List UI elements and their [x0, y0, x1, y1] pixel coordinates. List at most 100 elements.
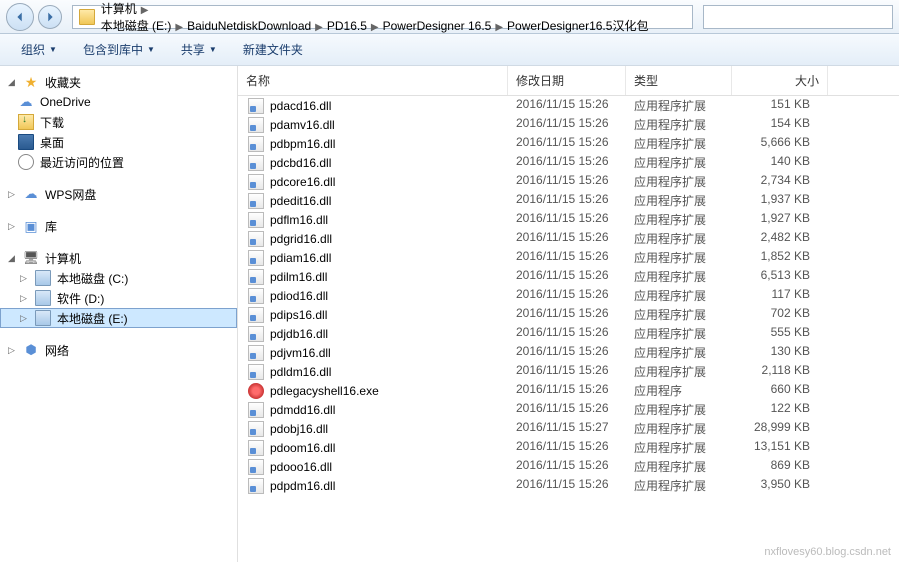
file-row[interactable]: pdldm16.dll2016/11/15 15:26应用程序扩展2,118 K… [238, 362, 899, 381]
search-box[interactable] [703, 5, 893, 29]
file-row[interactable]: pdiod16.dll2016/11/15 15:26应用程序扩展117 KB [238, 286, 899, 305]
file-row[interactable]: pdips16.dll2016/11/15 15:26应用程序扩展702 KB [238, 305, 899, 324]
expand-icon[interactable]: ▷ [18, 313, 29, 324]
file-date: 2016/11/15 15:26 [508, 97, 626, 114]
breadcrumb-item[interactable]: PD16.5 [325, 19, 369, 33]
share-button[interactable]: 共享▼ [170, 36, 228, 63]
file-date: 2016/11/15 15:26 [508, 439, 626, 456]
file-size: 1,937 KB [732, 192, 828, 209]
chevron-down-icon: ▼ [209, 45, 217, 54]
sidebar-wps[interactable]: ▷☁WPS网盘 [0, 184, 237, 204]
file-row[interactable]: pdilm16.dll2016/11/15 15:26应用程序扩展6,513 K… [238, 267, 899, 286]
nav-back-button[interactable] [6, 3, 34, 31]
include-in-library-button[interactable]: 包含到库中▼ [72, 36, 166, 63]
breadcrumb-item[interactable]: 计算机 [99, 2, 139, 16]
expand-icon[interactable]: ▷ [6, 345, 17, 356]
file-row[interactable]: pdlegacyshell16.exe2016/11/15 15:26应用程序6… [238, 381, 899, 400]
dll-icon [248, 326, 264, 342]
file-date: 2016/11/15 15:26 [508, 363, 626, 380]
sidebar-computer[interactable]: ◢🖥计算机 [0, 248, 237, 268]
file-size: 702 KB [732, 306, 828, 323]
sidebar-recent[interactable]: 最近访问的位置 [0, 152, 237, 172]
organize-button[interactable]: 组织▼ [10, 36, 68, 63]
dll-icon [248, 174, 264, 190]
file-row[interactable]: pdjvm16.dll2016/11/15 15:26应用程序扩展130 KB [238, 343, 899, 362]
nav-forward-button[interactable] [38, 5, 62, 29]
column-type[interactable]: 类型 [626, 66, 732, 95]
breadcrumb-item[interactable]: 本地磁盘 (E:) [99, 19, 174, 33]
sidebar-downloads[interactable]: 下载 [0, 112, 237, 132]
file-row[interactable]: pdjdb16.dll2016/11/15 15:26应用程序扩展555 KB [238, 324, 899, 343]
file-name: pdamv16.dll [270, 118, 335, 132]
navigation-pane: ◢★收藏夹 ☁OneDrive 下载 桌面 最近访问的位置 ▷☁WPS网盘 ▷▣… [0, 66, 238, 562]
dll-icon [248, 421, 264, 437]
file-row[interactable]: pdoom16.dll2016/11/15 15:26应用程序扩展13,151 … [238, 438, 899, 457]
file-row[interactable]: pdgrid16.dll2016/11/15 15:26应用程序扩展2,482 … [238, 229, 899, 248]
dll-icon [248, 402, 264, 418]
file-row[interactable]: pdmdd16.dll2016/11/15 15:26应用程序扩展122 KB [238, 400, 899, 419]
column-headers: 名称 修改日期 类型 大小 [238, 66, 899, 96]
sidebar-libraries[interactable]: ▷▣库 [0, 216, 237, 236]
dll-icon [248, 98, 264, 114]
breadcrumb-bar[interactable]: 计算机▶本地磁盘 (E:)▶BaiduNetdiskDownload▶PD16.… [72, 5, 693, 29]
file-size: 140 KB [732, 154, 828, 171]
file-date: 2016/11/15 15:26 [508, 287, 626, 304]
file-type: 应用程序扩展 [626, 287, 732, 304]
file-name: pdldm16.dll [270, 365, 331, 379]
column-date[interactable]: 修改日期 [508, 66, 626, 95]
sidebar-desktop[interactable]: 桌面 [0, 132, 237, 152]
file-row[interactable]: pdobj16.dll2016/11/15 15:27应用程序扩展28,999 … [238, 419, 899, 438]
sidebar-drive-c[interactable]: ▷本地磁盘 (C:) [0, 268, 237, 288]
file-size: 151 KB [732, 97, 828, 114]
file-row[interactable]: pdacd16.dll2016/11/15 15:26应用程序扩展151 KB [238, 96, 899, 115]
file-size: 130 KB [732, 344, 828, 361]
clock-icon [18, 154, 34, 170]
column-name[interactable]: 名称 [238, 66, 508, 95]
expand-icon[interactable]: ▷ [6, 189, 17, 200]
file-row[interactable]: pdamv16.dll2016/11/15 15:26应用程序扩展154 KB [238, 115, 899, 134]
file-row[interactable]: pdooo16.dll2016/11/15 15:26应用程序扩展869 KB [238, 457, 899, 476]
sidebar-network[interactable]: ▷⬢网络 [0, 340, 237, 360]
dll-icon [248, 193, 264, 209]
file-type: 应用程序扩展 [626, 97, 732, 114]
sidebar-drive-d[interactable]: ▷软件 (D:) [0, 288, 237, 308]
file-row[interactable]: pdflm16.dll2016/11/15 15:26应用程序扩展1,927 K… [238, 210, 899, 229]
file-size: 3,950 KB [732, 477, 828, 494]
file-size: 660 KB [732, 382, 828, 399]
file-type: 应用程序扩展 [626, 363, 732, 380]
dll-icon [248, 364, 264, 380]
breadcrumb-item[interactable]: PowerDesigner 16.5 [381, 19, 494, 33]
file-row[interactable]: pdpdm16.dll2016/11/15 15:26应用程序扩展3,950 K… [238, 476, 899, 495]
file-type: 应用程序扩展 [626, 116, 732, 133]
new-folder-button[interactable]: 新建文件夹 [232, 36, 314, 63]
collapse-icon[interactable]: ◢ [6, 77, 17, 88]
breadcrumb-item[interactable]: PowerDesigner16.5汉化包 [505, 19, 650, 33]
file-type: 应用程序扩展 [626, 477, 732, 494]
sidebar-drive-e[interactable]: ▷本地磁盘 (E:) [0, 308, 237, 328]
file-row[interactable]: pdbpm16.dll2016/11/15 15:26应用程序扩展5,666 K… [238, 134, 899, 153]
file-date: 2016/11/15 15:26 [508, 401, 626, 418]
drive-icon [35, 310, 51, 326]
file-size: 555 KB [732, 325, 828, 342]
chevron-right-icon: ▶ [139, 5, 151, 16]
sidebar-onedrive[interactable]: ☁OneDrive [0, 92, 237, 112]
file-row[interactable]: pdcore16.dll2016/11/15 15:26应用程序扩展2,734 … [238, 172, 899, 191]
file-type: 应用程序扩展 [626, 135, 732, 152]
file-type: 应用程序扩展 [626, 439, 732, 456]
file-list: 名称 修改日期 类型 大小 pdacd16.dll2016/11/15 15:2… [238, 66, 899, 562]
expand-icon[interactable]: ▷ [18, 273, 29, 284]
expand-icon[interactable]: ▷ [18, 293, 29, 304]
file-row[interactable]: pdedit16.dll2016/11/15 15:26应用程序扩展1,937 … [238, 191, 899, 210]
file-date: 2016/11/15 15:26 [508, 211, 626, 228]
file-size: 5,666 KB [732, 135, 828, 152]
file-size: 13,151 KB [732, 439, 828, 456]
sidebar-favorites[interactable]: ◢★收藏夹 [0, 72, 237, 92]
file-row[interactable]: pdcbd16.dll2016/11/15 15:26应用程序扩展140 KB [238, 153, 899, 172]
breadcrumb-item[interactable]: BaiduNetdiskDownload [185, 19, 313, 33]
file-row[interactable]: pdiam16.dll2016/11/15 15:26应用程序扩展1,852 K… [238, 248, 899, 267]
file-name: pdobj16.dll [270, 422, 328, 436]
expand-icon[interactable]: ▷ [6, 221, 17, 232]
collapse-icon[interactable]: ◢ [6, 253, 17, 264]
file-date: 2016/11/15 15:26 [508, 173, 626, 190]
column-size[interactable]: 大小 [732, 66, 828, 95]
